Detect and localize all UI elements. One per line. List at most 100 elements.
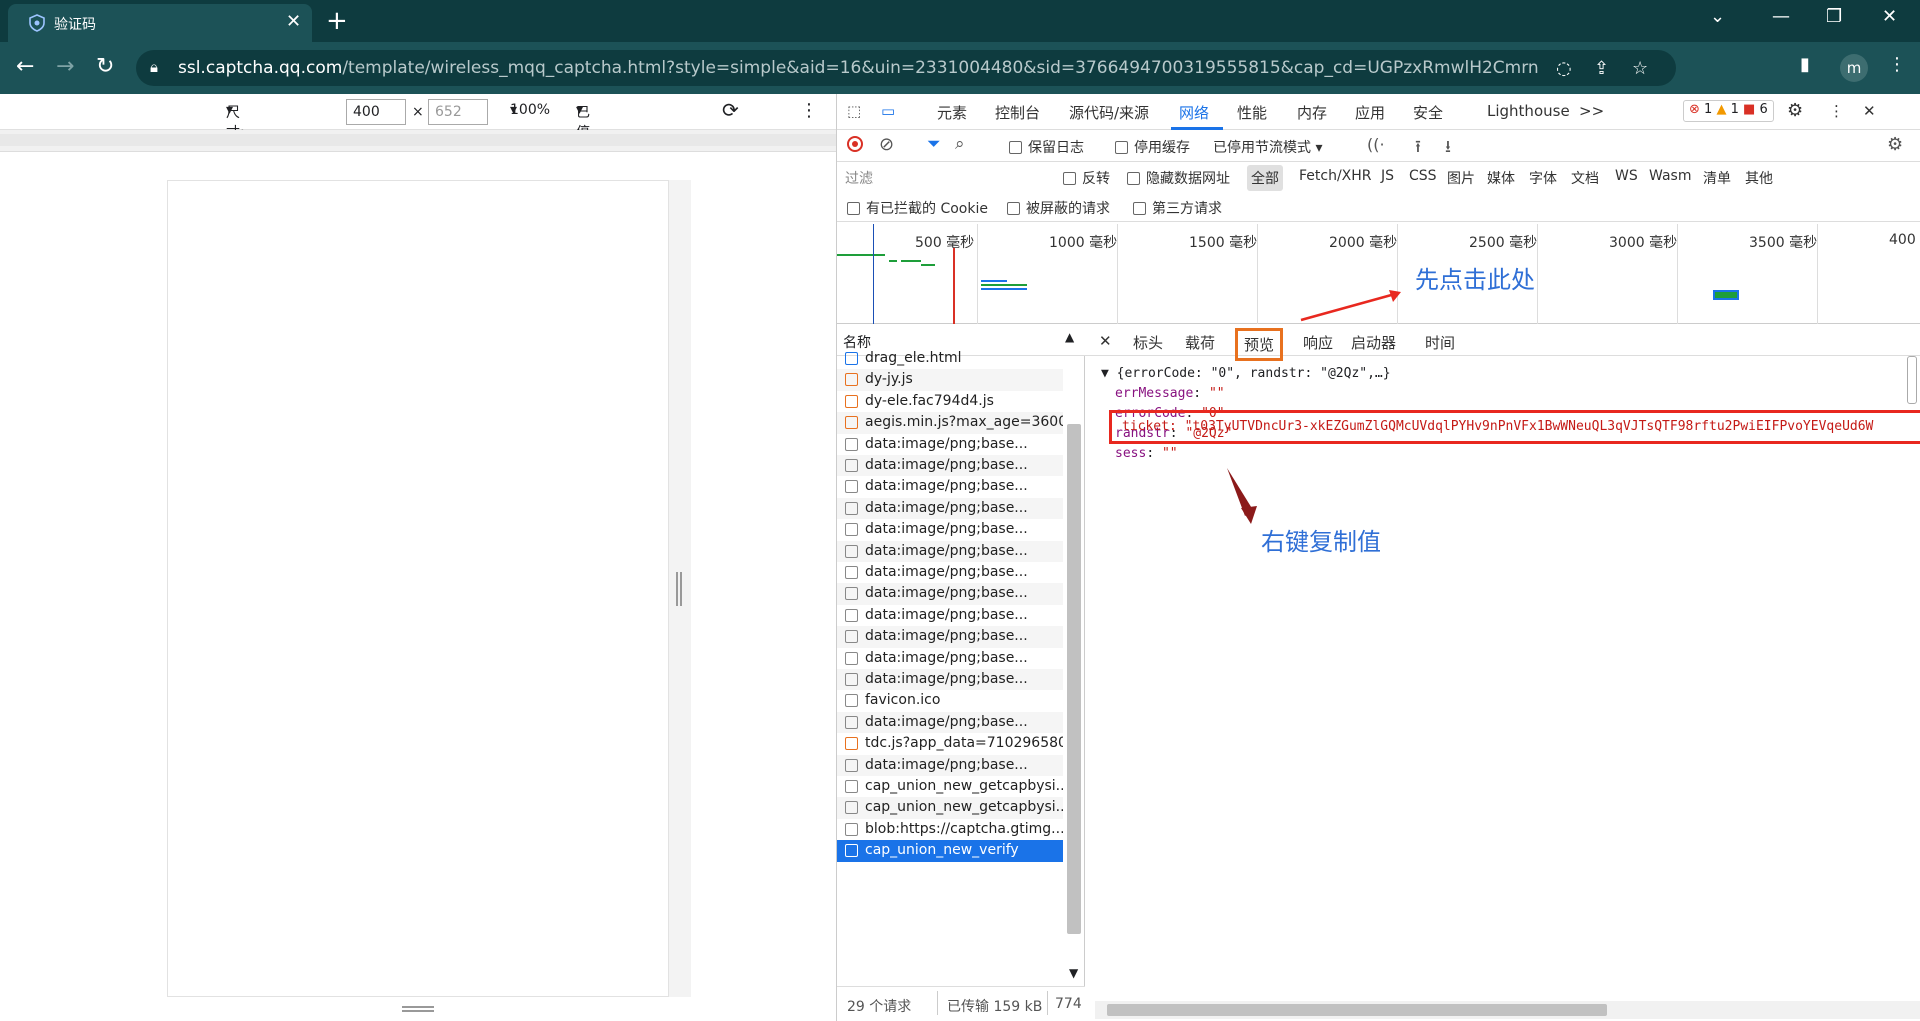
json-root-row[interactable]: ▼ {errorCode: "0", randstr: "@2Qz",…} [1101, 364, 1391, 384]
tab-elements[interactable]: 元素 [937, 102, 967, 123]
request-row[interactable]: data:image/png;base... [837, 754, 1063, 776]
blocked-requests-checkbox[interactable]: 被屏蔽的请求 [1007, 198, 1110, 218]
tracking-off-icon[interactable]: ◌ [1556, 58, 1572, 79]
resize-handle-bottom[interactable] [402, 1006, 434, 1012]
request-row[interactable]: dy-ele.fac794d4.js [837, 391, 1063, 412]
request-row[interactable]: data:image/png;base... [837, 497, 1063, 520]
request-list-scrollbar[interactable] [1067, 424, 1081, 934]
filter-type-wasm[interactable]: Wasm [1649, 168, 1691, 184]
record-icon[interactable] [847, 136, 863, 152]
request-row[interactable]: cap_union_new_verify [837, 840, 1063, 862]
close-window-icon[interactable]: ✕ [1882, 6, 1897, 27]
hide-data-urls-checkbox[interactable]: 隐藏数据网址 [1127, 168, 1230, 188]
json-row-ticket[interactable]: ticket: "t03TyUTVDncUr3-xkEZGumZlGQMcUVd… [1109, 410, 1920, 444]
search-icon[interactable]: ⌕ [955, 134, 965, 154]
devtools-menu-icon[interactable]: ⋮ [1829, 102, 1844, 120]
resize-handle-right[interactable] [676, 572, 682, 606]
bookmark-star-icon[interactable]: ☆ [1632, 58, 1648, 79]
json-row-sess[interactable]: sess: "" [1101, 444, 1391, 464]
third-party-checkbox[interactable]: 第三方请求 [1133, 198, 1222, 218]
filter-type-ws[interactable]: WS [1615, 168, 1638, 184]
filter-type-img[interactable]: 图片 [1447, 168, 1475, 188]
tab-sources[interactable]: 源代码/来源 [1069, 102, 1149, 123]
json-row-errmessage[interactable]: errMessage: "" [1101, 384, 1391, 404]
filter-type-xhr[interactable]: Fetch/XHR [1299, 168, 1372, 184]
tab-lighthouse[interactable]: Lighthouse [1487, 102, 1570, 120]
lock-icon[interactable]: 🔒︎ [150, 58, 158, 76]
rotate-icon[interactable]: ⟳ [722, 98, 739, 122]
detail-tab-preview[interactable]: 预览 [1235, 328, 1284, 361]
reload-icon[interactable]: ↻ [96, 54, 114, 79]
import-har-icon[interactable]: ⭱ [1415, 134, 1421, 163]
request-row[interactable]: data:image/png;base... [837, 562, 1063, 583]
request-row[interactable]: cap_union_new_getcapbysi... [837, 776, 1063, 797]
expand-triangle-icon[interactable]: ▼ [1101, 366, 1109, 381]
tab-console[interactable]: 控制台 [995, 102, 1040, 123]
scroll-down-icon[interactable]: ▼ [1069, 966, 1078, 980]
device-more-icon[interactable]: ⋮ [800, 100, 818, 121]
zoom-select[interactable]: 100% ▾ [510, 102, 550, 118]
request-row[interactable]: blob:https://captcha.gtimg.... [837, 819, 1063, 840]
media-query-ruler[interactable] [0, 130, 836, 152]
horizontal-scrollbar[interactable] [1095, 1001, 1920, 1019]
dimensions-select[interactable]: 尺寸: 自适应 ▾ [226, 102, 245, 201]
network-throttle-select[interactable]: 已停用节流模式 ▾ [1213, 137, 1322, 157]
detail-tab-response[interactable]: 响应 [1303, 332, 1333, 353]
request-row[interactable]: data:image/png;base... [837, 605, 1063, 626]
detail-tab-timing[interactable]: 时间 [1425, 332, 1455, 353]
filter-type-manifest[interactable]: 清单 [1703, 168, 1731, 188]
tab-search-icon[interactable]: ⌄ [1710, 6, 1725, 27]
request-row[interactable]: data:image/png;base... [837, 648, 1063, 669]
tab-network[interactable]: 网络 [1179, 102, 1209, 123]
tab-application[interactable]: 应用 [1355, 102, 1385, 123]
blocked-cookies-checkbox[interactable]: 有已拦截的 Cookie [847, 198, 988, 218]
side-panel-icon[interactable]: ▮ [1800, 54, 1810, 75]
request-row[interactable]: dy-jy.js [837, 369, 1063, 391]
tab-security[interactable]: 安全 [1413, 102, 1443, 123]
request-row[interactable]: drag_ele.html [837, 348, 1063, 369]
json-vertical-scrollbar[interactable] [1907, 356, 1917, 404]
restore-icon[interactable]: ❐ [1826, 6, 1842, 27]
request-row[interactable]: aegis.min.js?max_age=3600 [837, 412, 1063, 434]
share-icon[interactable]: ⇪ [1594, 58, 1609, 79]
invert-checkbox[interactable]: 反转 [1063, 168, 1110, 188]
emulated-page[interactable] [167, 180, 669, 997]
tab-close-icon[interactable]: ✕ [286, 11, 301, 32]
address-bar[interactable]: 🔒︎ ssl.captcha.qq.com/template/wireless_… [136, 50, 1676, 86]
filter-type-js[interactable]: JS [1381, 168, 1394, 184]
request-row[interactable]: tdc.js?app_data=710296580... [837, 733, 1063, 754]
filter-type-css[interactable]: CSS [1409, 168, 1437, 184]
clear-icon[interactable]: ⊘ [879, 134, 894, 155]
request-row[interactable]: data:image/png;base... [837, 519, 1063, 540]
detail-tab-initiator[interactable]: 启动器 [1351, 332, 1396, 353]
filter-type-other[interactable]: 其他 [1745, 168, 1773, 188]
request-row[interactable]: data:image/png;base... [837, 626, 1063, 648]
disable-cache-checkbox[interactable]: 停用缓存 [1115, 137, 1190, 157]
detail-tab-payload[interactable]: 载荷 [1185, 332, 1215, 353]
request-row[interactable]: favicon.ico [837, 690, 1063, 711]
request-row[interactable]: cap_union_new_getcapbysi... [837, 797, 1063, 819]
browser-tab[interactable]: 验证码 ✕ [8, 4, 312, 42]
minimize-icon[interactable]: — [1772, 6, 1790, 27]
browser-menu-icon[interactable]: ⋮ [1888, 54, 1906, 75]
network-settings-icon[interactable]: ⚙ [1887, 134, 1903, 155]
tab-performance[interactable]: 性能 [1237, 102, 1267, 123]
request-row[interactable]: data:image/png;base... [837, 476, 1063, 497]
filter-type-font[interactable]: 字体 [1529, 168, 1557, 188]
forward-icon[interactable]: → [56, 54, 74, 79]
export-har-icon[interactable]: ⭳ [1445, 134, 1451, 163]
filter-type-doc[interactable]: 文档 [1571, 168, 1599, 188]
filter-type-all[interactable]: 全部 [1247, 165, 1283, 191]
filter-input[interactable]: 过滤 [845, 168, 1035, 188]
scrollbar-thumb[interactable] [1107, 1004, 1607, 1016]
width-input[interactable]: 400 [346, 99, 406, 125]
request-row[interactable]: data:image/png;base... [837, 711, 1063, 734]
throttle-select[interactable]: 已停用节流模式 ▾ [576, 102, 590, 241]
request-row[interactable]: data:image/png;base... [837, 455, 1063, 477]
network-conditions-icon[interactable]: ((· [1367, 135, 1385, 154]
height-input[interactable]: 652 [428, 99, 488, 125]
request-row[interactable]: data:image/png;base... [837, 669, 1063, 691]
settings-gear-icon[interactable]: ⚙ [1787, 100, 1803, 121]
url-text[interactable]: ssl.captcha.qq.com/template/wireless_mqq… [178, 58, 1538, 78]
detail-tab-headers[interactable]: 标头 [1133, 332, 1163, 353]
